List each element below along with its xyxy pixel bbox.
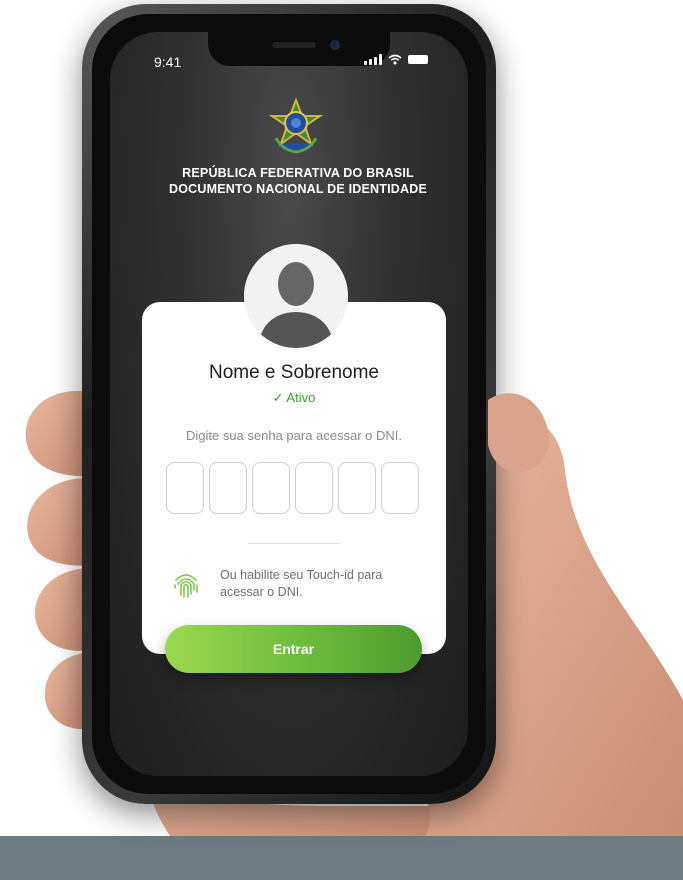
battery-icon bbox=[408, 55, 428, 64]
touch-id-line-2: acessar o DNI. bbox=[220, 585, 303, 599]
front-camera bbox=[330, 40, 340, 50]
person-name: Nome e Sobrenome bbox=[208, 362, 380, 383]
notch bbox=[208, 32, 390, 66]
signal-icon bbox=[364, 54, 382, 65]
status-badge: ✓ Ativo bbox=[272, 390, 316, 405]
fingerprint-icon[interactable] bbox=[172, 568, 200, 600]
touch-id-text[interactable]: Ou habilite seu Touch-id para acessar o … bbox=[220, 567, 420, 601]
pin-digit-6[interactable] bbox=[381, 462, 419, 514]
status-time: 9:41 bbox=[154, 54, 182, 70]
divider bbox=[248, 543, 340, 544]
brazil-coat-of-arms-icon bbox=[268, 98, 324, 154]
touch-id-line-1: Ou habilite seu Touch-id para bbox=[220, 568, 383, 582]
pin-input-row bbox=[166, 462, 419, 514]
password-prompt: Digite sua senha para acessar o DNI. bbox=[185, 428, 403, 443]
header-line-republic: REPÚBLICA FEDERATIVA DO BRASIL bbox=[182, 166, 414, 180]
pin-digit-4[interactable] bbox=[295, 462, 333, 514]
status-icons bbox=[364, 54, 428, 65]
speaker bbox=[272, 42, 316, 48]
avatar-silhouette-icon bbox=[244, 244, 348, 348]
pin-digit-2[interactable] bbox=[209, 462, 247, 514]
header-line-document: DOCUMENTO NACIONAL DE IDENTIDADE bbox=[168, 182, 428, 196]
pin-digit-5[interactable] bbox=[338, 462, 376, 514]
pin-digit-3[interactable] bbox=[252, 462, 290, 514]
wifi-icon bbox=[388, 54, 402, 65]
pin-digit-1[interactable] bbox=[166, 462, 204, 514]
enter-button[interactable]: Entrar bbox=[165, 625, 422, 673]
avatar bbox=[244, 244, 348, 348]
